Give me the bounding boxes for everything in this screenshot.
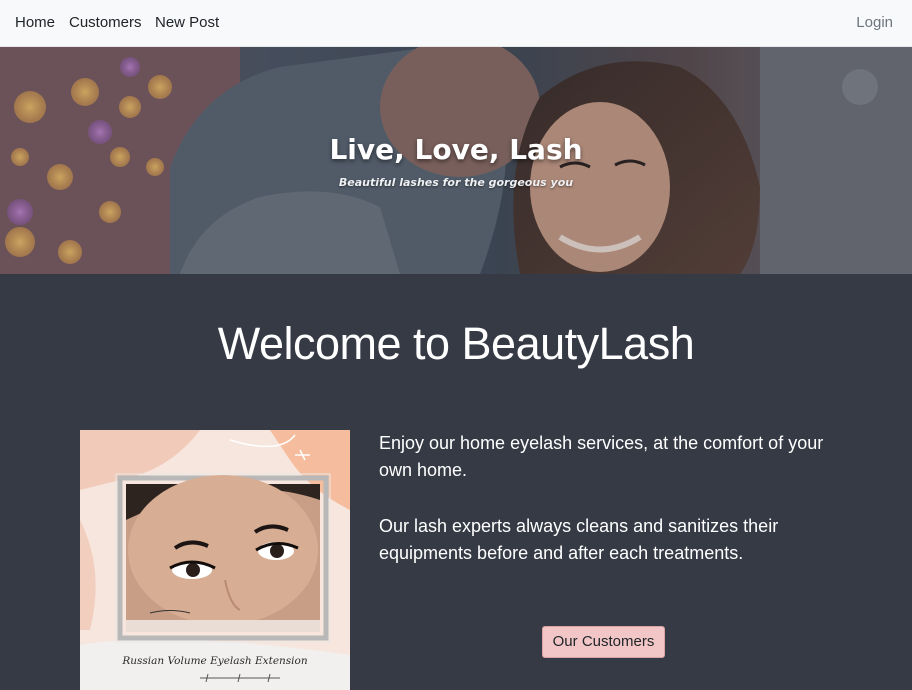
nav-new-post-link[interactable]: New Post — [155, 14, 219, 32]
welcome-heading: Welcome to BeautyLash — [217, 318, 695, 369]
promo-caption: Russian Volume Eyelash Extension — [122, 655, 308, 667]
intro-paragraph: Enjoy our home eyelash services, at the … — [379, 433, 824, 480]
nav-home-link[interactable]: Home — [15, 14, 55, 32]
eyelash-photo — [80, 430, 350, 690]
our-customers-button[interactable]: Our Customers — [542, 626, 665, 658]
promo-image: Russian Volume Eyelash Extension — [80, 430, 350, 690]
top-navbar: Home Customers New Post Login — [0, 0, 912, 47]
hero-title: Live, Love, Lash — [329, 133, 583, 166]
hero-subtitle: Beautiful lashes for the gorgeous you — [338, 176, 574, 189]
hero-banner: Live, Love, Lash Beautiful lashes for th… — [0, 47, 912, 274]
nav-login-link[interactable]: Login — [856, 14, 893, 32]
hygiene-paragraph: Our lash experts always cleans and sanit… — [379, 516, 779, 563]
nav-customers-link[interactable]: Customers — [69, 14, 142, 32]
